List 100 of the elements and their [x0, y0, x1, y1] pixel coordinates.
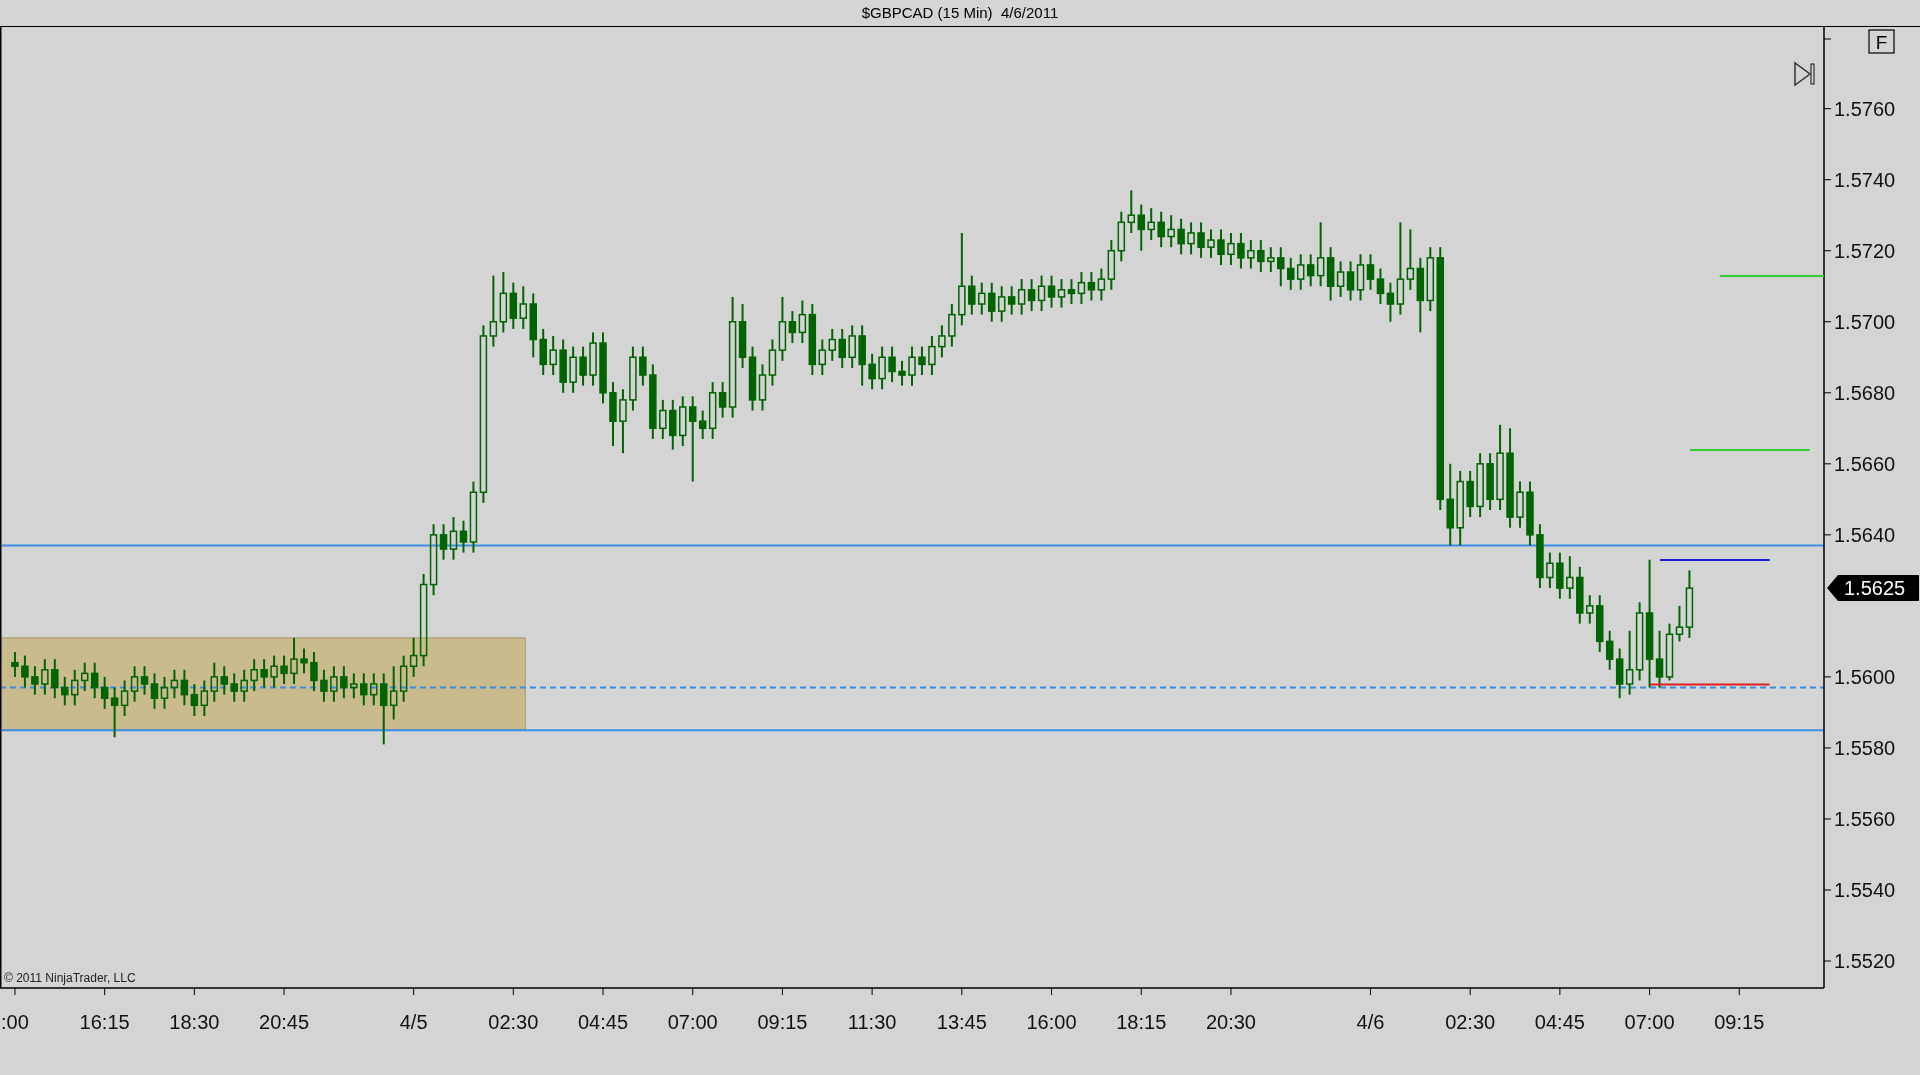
- candlestick: [579, 345, 587, 387]
- time-axis-label: :00: [1, 1011, 29, 1033]
- candlestick: [1017, 278, 1026, 316]
- candlestick: [90, 661, 99, 700]
- candlestick: [898, 359, 906, 387]
- time-axis-label: 13:45: [936, 1011, 987, 1033]
- time-axis-label: 11:30: [847, 1011, 897, 1033]
- candlestick: [51, 658, 59, 700]
- candlestick: [1147, 207, 1155, 242]
- candlestick: [1356, 253, 1365, 302]
- price-axis-label: 1.5660: [1834, 452, 1896, 475]
- candlestick: [150, 672, 159, 710]
- time-axis-label: 07:00: [667, 1011, 718, 1033]
- candlestick: [858, 324, 866, 387]
- candlestick: [629, 345, 637, 412]
- candlestick: [1037, 274, 1046, 313]
- candlestick: [230, 672, 238, 703]
- candlestick: [928, 334, 936, 377]
- time-axis-label: 04:45: [578, 1011, 629, 1033]
- candlestick: [240, 668, 248, 703]
- candlestick: [1207, 228, 1215, 259]
- candlestick: [310, 651, 318, 693]
- time-axis-label: 02:30: [488, 1011, 539, 1033]
- candlestick: [290, 636, 298, 685]
- candlestick: [11, 651, 19, 678]
- candlestick: [659, 398, 667, 440]
- time-axis-label: 18:30: [169, 1011, 220, 1033]
- candlestick: [449, 516, 458, 561]
- candlestick: [1177, 217, 1185, 256]
- candlestick: [1576, 565, 1584, 625]
- time-axis-label: 20:45: [259, 1011, 310, 1033]
- candlestick: [320, 668, 328, 703]
- candlestick: [1227, 232, 1235, 266]
- candlestick: [1127, 189, 1136, 234]
- candlestick: [1376, 267, 1385, 305]
- time-axis-label: 20:30: [1205, 1011, 1256, 1033]
- candlestick: [31, 665, 39, 696]
- price-tag: 1.5625: [1827, 575, 1919, 602]
- candlestick: [1536, 523, 1544, 590]
- candlestick: [1167, 214, 1175, 249]
- candlestick: [1546, 551, 1554, 590]
- candlestick: [838, 327, 846, 369]
- skip-to-end-icon[interactable]: [1794, 61, 1815, 87]
- candlestick: [748, 345, 757, 412]
- candlestick: [569, 345, 577, 394]
- candlestick: [1217, 228, 1225, 266]
- candlestick: [1526, 480, 1534, 547]
- price-axis-label: 1.5640: [1834, 523, 1896, 546]
- time-axis-label: 07:00: [1624, 1011, 1675, 1033]
- candlestick: [330, 665, 338, 703]
- candlestick: [1117, 210, 1126, 263]
- candlestick: [260, 658, 268, 689]
- candlestick: [1007, 285, 1016, 316]
- price-axis-label: 1.5540: [1834, 879, 1896, 901]
- price-axis-label: 1.5560: [1834, 807, 1896, 830]
- candlestick: [1296, 253, 1305, 291]
- candlestick: [978, 281, 986, 316]
- candlestick: [1047, 274, 1056, 309]
- price-axis-label: 1.5520: [1834, 950, 1896, 972]
- candlestick: [918, 345, 926, 377]
- candlestick: [389, 665, 398, 721]
- candlestick: [1067, 278, 1076, 305]
- candlestick: [1277, 246, 1285, 288]
- candlestick: [160, 675, 169, 710]
- candlestick: [758, 363, 767, 412]
- price-axis-label: 1.5740: [1834, 168, 1896, 191]
- candlestick: [938, 324, 946, 359]
- candlestick: [360, 672, 368, 707]
- candlestick: [968, 274, 976, 316]
- time-axis-label: 02:30: [1445, 1011, 1496, 1033]
- price-axis-label: 1.5760: [1834, 97, 1896, 120]
- candlestick: [509, 281, 518, 330]
- candlestick: [1077, 271, 1086, 305]
- candlestick: [200, 679, 209, 717]
- candlestick: [848, 324, 856, 369]
- candlestick: [280, 654, 288, 685]
- candlestick: [609, 381, 617, 448]
- price-axis-label: 1.5580: [1834, 736, 1896, 759]
- time-axis-label: 18:15: [1116, 1011, 1167, 1033]
- time-axis-label: 09:15: [757, 1011, 808, 1033]
- candlestick: [549, 334, 557, 377]
- candlestick: [1267, 246, 1275, 274]
- candlestick: [210, 661, 219, 703]
- candlestick: [80, 661, 89, 693]
- candlestick: [878, 345, 886, 391]
- candlestick: [997, 285, 1006, 323]
- candlestick: [399, 654, 408, 703]
- candlestick: [1366, 253, 1375, 291]
- candlestick: [1566, 555, 1574, 600]
- f-button[interactable]: F: [1868, 29, 1895, 54]
- price-axis-label: 1.5720: [1834, 239, 1896, 262]
- candlestick: [559, 338, 567, 394]
- candlestick: [1586, 594, 1594, 625]
- candlestick: [1057, 278, 1066, 309]
- candlestick: [140, 665, 149, 696]
- candlestick: [1556, 551, 1564, 600]
- candlestick: [1197, 221, 1205, 259]
- candlestick: [669, 398, 677, 451]
- candlestick: [41, 658, 49, 696]
- price-axis-label: 1.5680: [1834, 381, 1896, 404]
